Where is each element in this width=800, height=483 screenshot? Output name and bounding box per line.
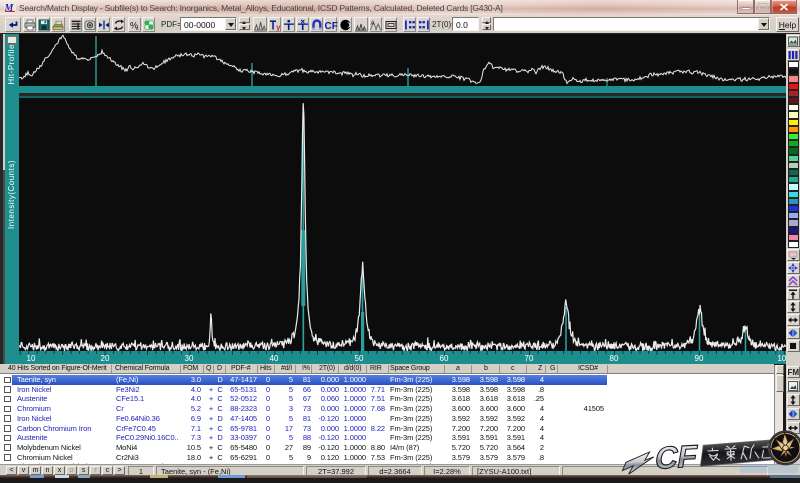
- svg-text:CF: CF: [324, 21, 337, 31]
- svg-text:CF: CF: [653, 439, 700, 476]
- svg-text:y: y: [276, 23, 281, 31]
- svg-text:A: A: [370, 21, 374, 27]
- svg-text:s: s: [136, 26, 139, 31]
